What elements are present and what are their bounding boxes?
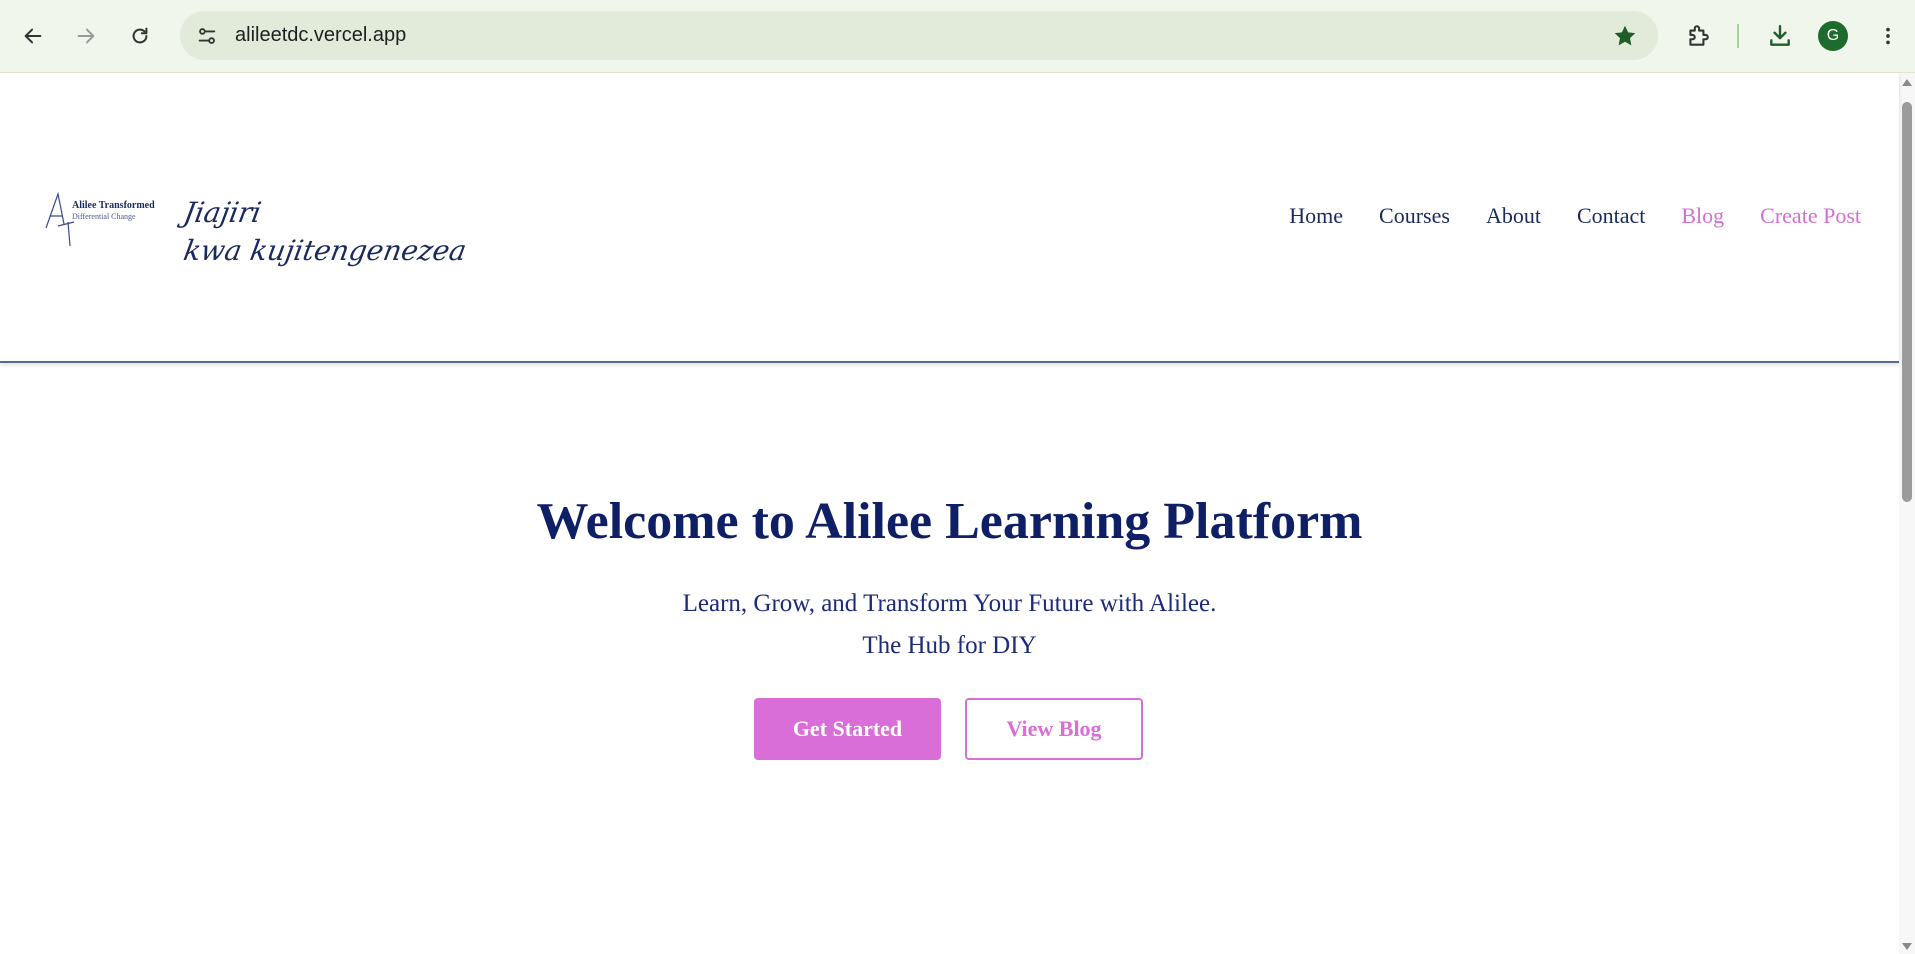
nav-courses[interactable]: Courses bbox=[1379, 203, 1450, 229]
downloads-button[interactable] bbox=[1762, 18, 1798, 54]
logo-brand-subtitle: Differential Change bbox=[72, 212, 136, 221]
logo-brand-name: Alilee Transformed bbox=[72, 200, 155, 211]
download-icon bbox=[1770, 25, 1790, 46]
back-arrow-icon bbox=[24, 28, 42, 44]
logo-tagline-line2: kwa kujitengenezea bbox=[181, 234, 470, 267]
scroll-up-arrow-icon[interactable] bbox=[1902, 79, 1912, 86]
reload-button[interactable] bbox=[122, 18, 158, 54]
kebab-menu-icon bbox=[1886, 27, 1890, 45]
forward-button[interactable] bbox=[68, 18, 104, 54]
scroll-down-arrow-icon[interactable] bbox=[1902, 943, 1912, 950]
hero-subtitle-line1: Learn, Grow, and Transform Your Future w… bbox=[682, 590, 1217, 617]
site-logo[interactable]: Alilee Transformed Differential Change J… bbox=[44, 188, 469, 298]
hero-title: Welcome to Alilee Learning Platform bbox=[536, 493, 1363, 550]
tune-icon[interactable] bbox=[194, 23, 220, 49]
main-nav: Home Courses About Contact Blog Create P… bbox=[1289, 203, 1861, 229]
forward-arrow-icon bbox=[77, 28, 95, 44]
page-scrollbar[interactable] bbox=[1899, 73, 1915, 954]
nav-about[interactable]: About bbox=[1486, 203, 1541, 229]
puzzle-icon bbox=[1689, 25, 1709, 46]
nav-blog[interactable]: Blog bbox=[1681, 203, 1724, 229]
address-bar[interactable]: alileetdc.vercel.app bbox=[180, 11, 1658, 60]
nav-contact[interactable]: Contact bbox=[1577, 203, 1645, 229]
toolbar-divider bbox=[1737, 24, 1739, 48]
browser-toolbar: alileetdc.vercel.app G bbox=[0, 0, 1915, 73]
extensions-button[interactable] bbox=[1680, 18, 1716, 54]
hero-subtitle-line2: The Hub for DIY bbox=[862, 632, 1037, 659]
nav-home[interactable]: Home bbox=[1289, 203, 1343, 229]
back-button[interactable] bbox=[15, 18, 51, 54]
url-text[interactable]: alileetdc.vercel.app bbox=[235, 11, 406, 60]
browser-menu-button[interactable] bbox=[1870, 18, 1906, 54]
view-blog-button[interactable]: View Blog bbox=[965, 698, 1143, 760]
avatar[interactable]: G bbox=[1818, 21, 1848, 51]
logo-tagline-line1: Jiajiri bbox=[181, 196, 264, 229]
get-started-button[interactable]: Get Started bbox=[754, 698, 941, 760]
scrollbar-thumb[interactable] bbox=[1902, 102, 1912, 502]
site-header: Alilee Transformed Differential Change J… bbox=[0, 73, 1899, 363]
star-icon[interactable] bbox=[1612, 23, 1638, 49]
hero-subtitle: Learn, Grow, and Transform Your Future w… bbox=[0, 583, 1899, 667]
nav-create-post[interactable]: Create Post bbox=[1760, 203, 1861, 229]
reload-icon bbox=[132, 27, 148, 44]
